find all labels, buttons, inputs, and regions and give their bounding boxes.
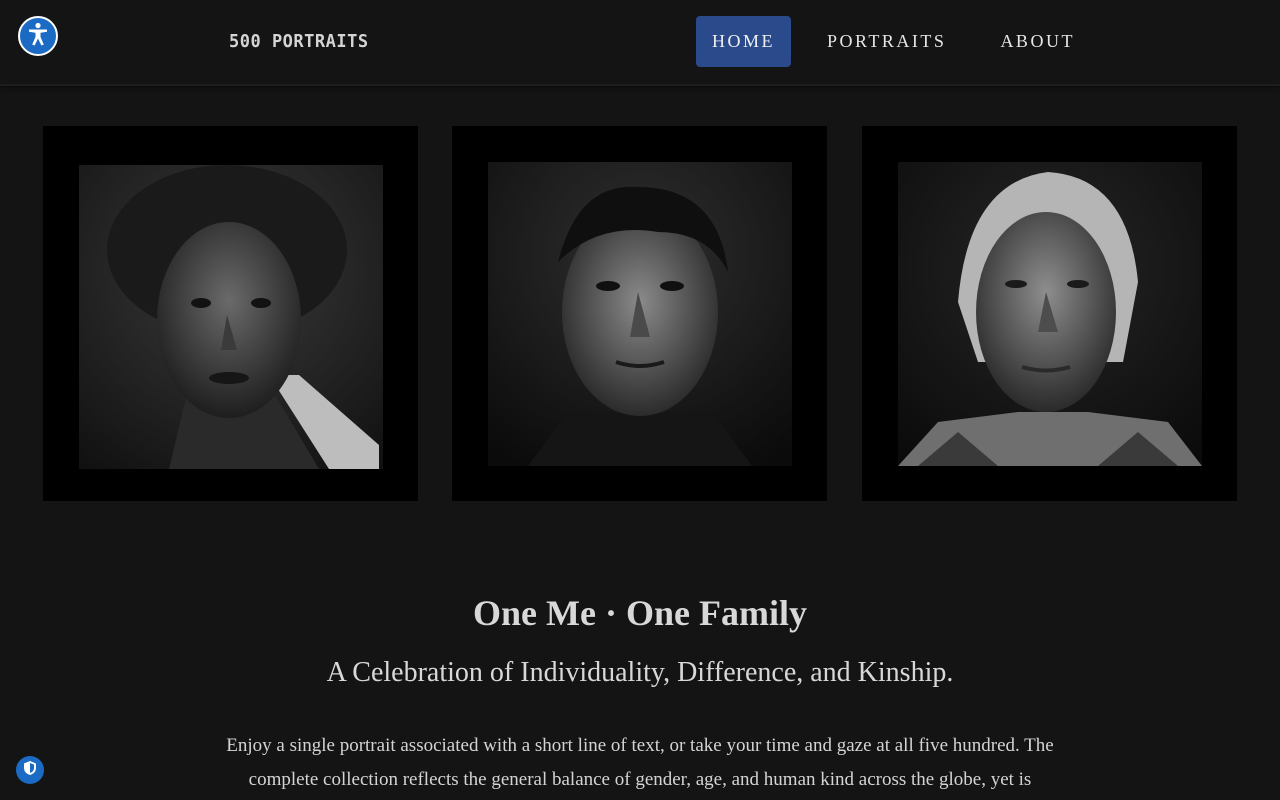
- intro-paragraph: Enjoy a single portrait associated with …: [226, 735, 1054, 790]
- portrait-image-elder-woman: [898, 162, 1202, 466]
- accessibility-button[interactable]: [18, 16, 58, 56]
- page-title: One Me · One Family: [473, 593, 807, 633]
- privacy-button[interactable]: [16, 756, 44, 784]
- main-nav: HOME PORTRAITS ABOUT: [696, 16, 1091, 67]
- page: 500 PORTRAITS HOME PORTRAITS ABOUT One M…: [0, 0, 1280, 800]
- portrait-card-3[interactable]: [862, 126, 1237, 501]
- shield-icon: [23, 760, 37, 781]
- site-brand[interactable]: 500 PORTRAITS: [229, 32, 369, 53]
- page-subtitle: A Celebration of Individuality, Differen…: [326, 657, 954, 688]
- nav-portraits[interactable]: PORTRAITS: [811, 16, 962, 67]
- portrait-image-woman: [79, 165, 383, 469]
- nav-home[interactable]: HOME: [696, 16, 791, 67]
- portrait-image-man: [488, 162, 792, 466]
- accessibility-icon: [25, 21, 51, 52]
- portrait-card-1[interactable]: [43, 126, 418, 501]
- site-header: 500 PORTRAITS HOME PORTRAITS ABOUT: [0, 0, 1280, 86]
- portrait-card-2[interactable]: [452, 126, 827, 501]
- nav-about[interactable]: ABOUT: [984, 16, 1091, 67]
